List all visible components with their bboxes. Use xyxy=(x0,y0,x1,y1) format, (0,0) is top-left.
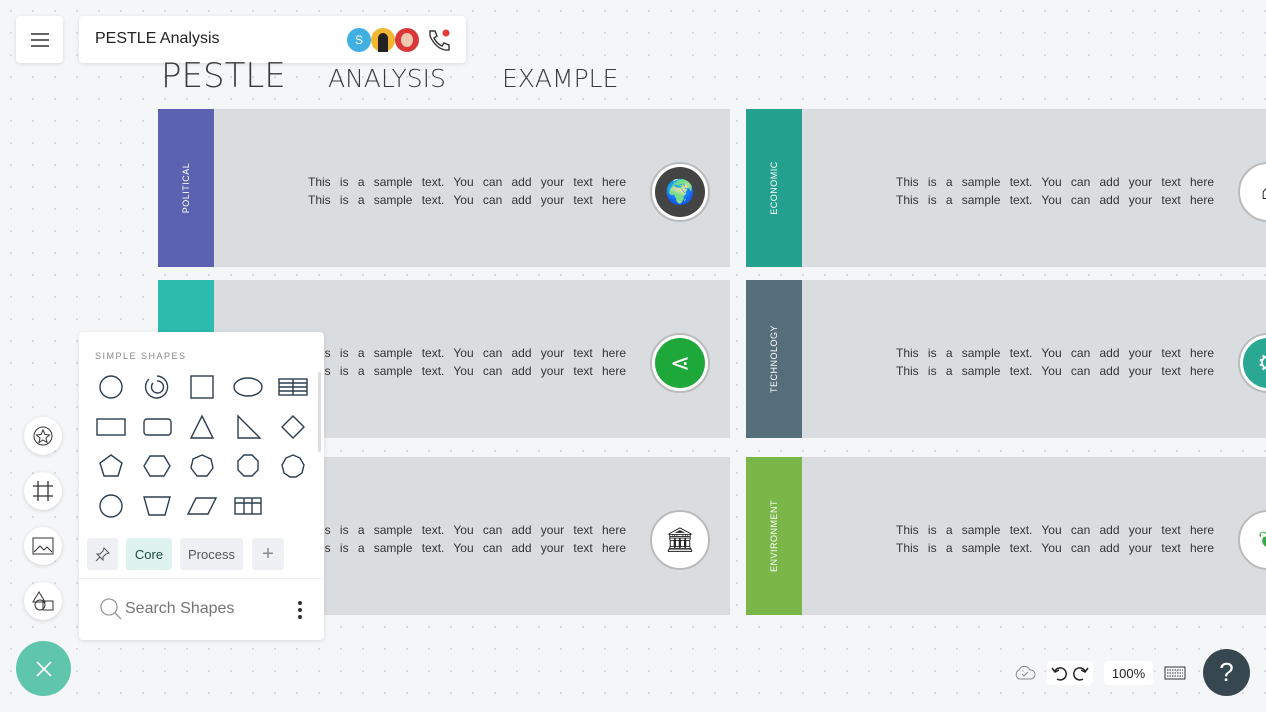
shape-ellipse[interactable] xyxy=(232,372,263,402)
pestle-card-technology[interactable]: TECHNOLOGY This is a sample text. You ca… xyxy=(746,280,1266,438)
category-bar: ECONOMIC xyxy=(746,109,802,267)
shape-octagon[interactable] xyxy=(233,451,263,481)
help-button[interactable]: ? xyxy=(1203,649,1250,696)
circle-shape-icon xyxy=(99,375,123,399)
octagon-shape-icon xyxy=(236,454,259,477)
undo-icon[interactable] xyxy=(1051,665,1067,681)
card-text[interactable]: This is a sample text. You can add your … xyxy=(308,344,626,380)
category-label: ENVIRONMENT xyxy=(769,499,779,573)
pestle-card-political[interactable]: POLITICAL This is a sample text. You can… xyxy=(158,109,730,267)
leaf-icon: ❦ xyxy=(1238,510,1266,570)
frame-button[interactable] xyxy=(24,472,62,510)
shape-trapezoid[interactable] xyxy=(142,491,172,521)
arc-shape-icon xyxy=(144,375,168,399)
shape-hexagon[interactable] xyxy=(142,451,172,481)
bank-icon: 🏛 xyxy=(650,510,710,570)
category-label: POLITICAL xyxy=(181,162,191,214)
pestle-card-economic[interactable]: ECONOMIC This is a sample text. You can … xyxy=(746,109,1266,267)
favorites-button[interactable] xyxy=(24,417,62,455)
redo-icon[interactable] xyxy=(1073,665,1089,681)
pin-icon xyxy=(95,547,110,562)
avatar[interactable]: S xyxy=(347,28,371,52)
canvas-title-example: EXAMPLE xyxy=(502,64,619,93)
category-label: TECHNOLOGY xyxy=(769,324,779,394)
search-icon xyxy=(100,598,122,620)
shape-square[interactable] xyxy=(187,372,217,402)
shapes-section-title: SIMPLE SHAPES xyxy=(95,351,187,361)
shape-nonagon[interactable] xyxy=(278,451,308,481)
card-text[interactable]: This is a sample text. You can add your … xyxy=(896,173,1214,209)
card-text[interactable]: This is a sample text. You can add your … xyxy=(896,521,1214,557)
avatar[interactable] xyxy=(371,28,395,52)
nonagon-shape-icon xyxy=(281,454,305,478)
cloud-saved-icon xyxy=(1015,665,1036,680)
close-fab-button[interactable] xyxy=(16,641,71,696)
category-bar: ENVIRONMENT xyxy=(746,457,802,615)
document-title[interactable]: PESTLE Analysis xyxy=(95,30,220,48)
menu-button[interactable] xyxy=(16,16,63,63)
rectangle-shape-icon xyxy=(96,417,126,436)
gear-icon: ⚙ xyxy=(1238,333,1266,393)
hamburger-icon xyxy=(30,32,49,47)
decagon-shape-icon xyxy=(99,493,123,518)
canvas-title-analysis: ANALYSIS xyxy=(328,64,446,93)
pentagon-shape-icon xyxy=(99,454,123,477)
star-icon xyxy=(33,426,53,446)
keyboard-icon[interactable] xyxy=(1164,666,1186,680)
card-text[interactable]: This is a sample text. You can add your … xyxy=(896,344,1214,380)
shape-right-triangle[interactable] xyxy=(233,412,263,442)
card-text[interactable]: This is a sample text. You can add your … xyxy=(308,521,626,557)
avatar[interactable] xyxy=(395,28,419,52)
chart-house-icon: ⌂ xyxy=(1238,162,1266,222)
close-icon xyxy=(35,660,52,677)
tab-process[interactable]: Process xyxy=(180,538,243,570)
shape-decagon[interactable] xyxy=(96,491,126,521)
rounded-rectangle-shape-icon xyxy=(142,417,172,436)
panel-divider xyxy=(79,578,324,579)
hexagon-shape-icon xyxy=(142,455,171,477)
right-triangle-shape-icon xyxy=(236,413,262,439)
category-bar: POLITICAL xyxy=(158,109,214,267)
heptagon-shape-icon xyxy=(190,454,214,477)
globe-icon: 🌍 xyxy=(650,162,710,222)
shape-circle[interactable] xyxy=(96,372,126,402)
frame-icon xyxy=(33,481,53,501)
shape-heptagon[interactable] xyxy=(187,451,217,481)
shape-triangle[interactable] xyxy=(187,412,217,442)
phone-call-icon[interactable] xyxy=(426,28,452,52)
ellipse-shape-icon xyxy=(232,377,263,397)
shape-pentagon[interactable] xyxy=(96,451,126,481)
add-library-button[interactable]: + xyxy=(252,538,284,570)
panel-scrollbar[interactable] xyxy=(318,372,321,452)
diamond-shape-icon xyxy=(281,414,305,439)
zoom-level[interactable]: 100% xyxy=(1104,661,1153,685)
category-label: ECONOMIC xyxy=(769,161,779,215)
pestle-card-environment[interactable]: ENVIRONMENT This is a sample text. You c… xyxy=(746,457,1266,615)
category-bar: TECHNOLOGY xyxy=(746,280,802,438)
more-options-icon[interactable] xyxy=(296,600,304,620)
shape-diamond[interactable] xyxy=(278,412,308,442)
shape-rectangle[interactable] xyxy=(96,412,126,442)
shape-rounded-rectangle[interactable] xyxy=(142,412,172,442)
parallelogram-shape-icon xyxy=(187,496,217,515)
share-icon: ⋖ xyxy=(650,333,710,393)
tab-core[interactable]: Core xyxy=(126,538,172,570)
search-shapes-input[interactable] xyxy=(125,598,285,620)
image-icon xyxy=(32,537,54,555)
shape-parallelogram[interactable] xyxy=(187,491,217,521)
image-button[interactable] xyxy=(24,527,62,565)
square-shape-icon xyxy=(190,375,214,399)
pin-button[interactable] xyxy=(87,538,118,570)
canvas-title-pestle: PESTLE xyxy=(161,56,286,96)
trapezoid-shape-icon xyxy=(142,495,171,516)
shape-table[interactable] xyxy=(278,372,308,402)
triangle-shape-icon xyxy=(189,413,215,439)
shapes-button[interactable] xyxy=(24,582,62,620)
grid-table-shape-icon xyxy=(233,496,262,515)
table-shape-icon xyxy=(278,378,308,396)
shape-arc[interactable] xyxy=(142,372,172,402)
shapes-icon xyxy=(32,591,54,611)
card-text[interactable]: This is a sample text. You can add your … xyxy=(308,173,626,209)
shape-grid-table[interactable] xyxy=(233,491,263,521)
